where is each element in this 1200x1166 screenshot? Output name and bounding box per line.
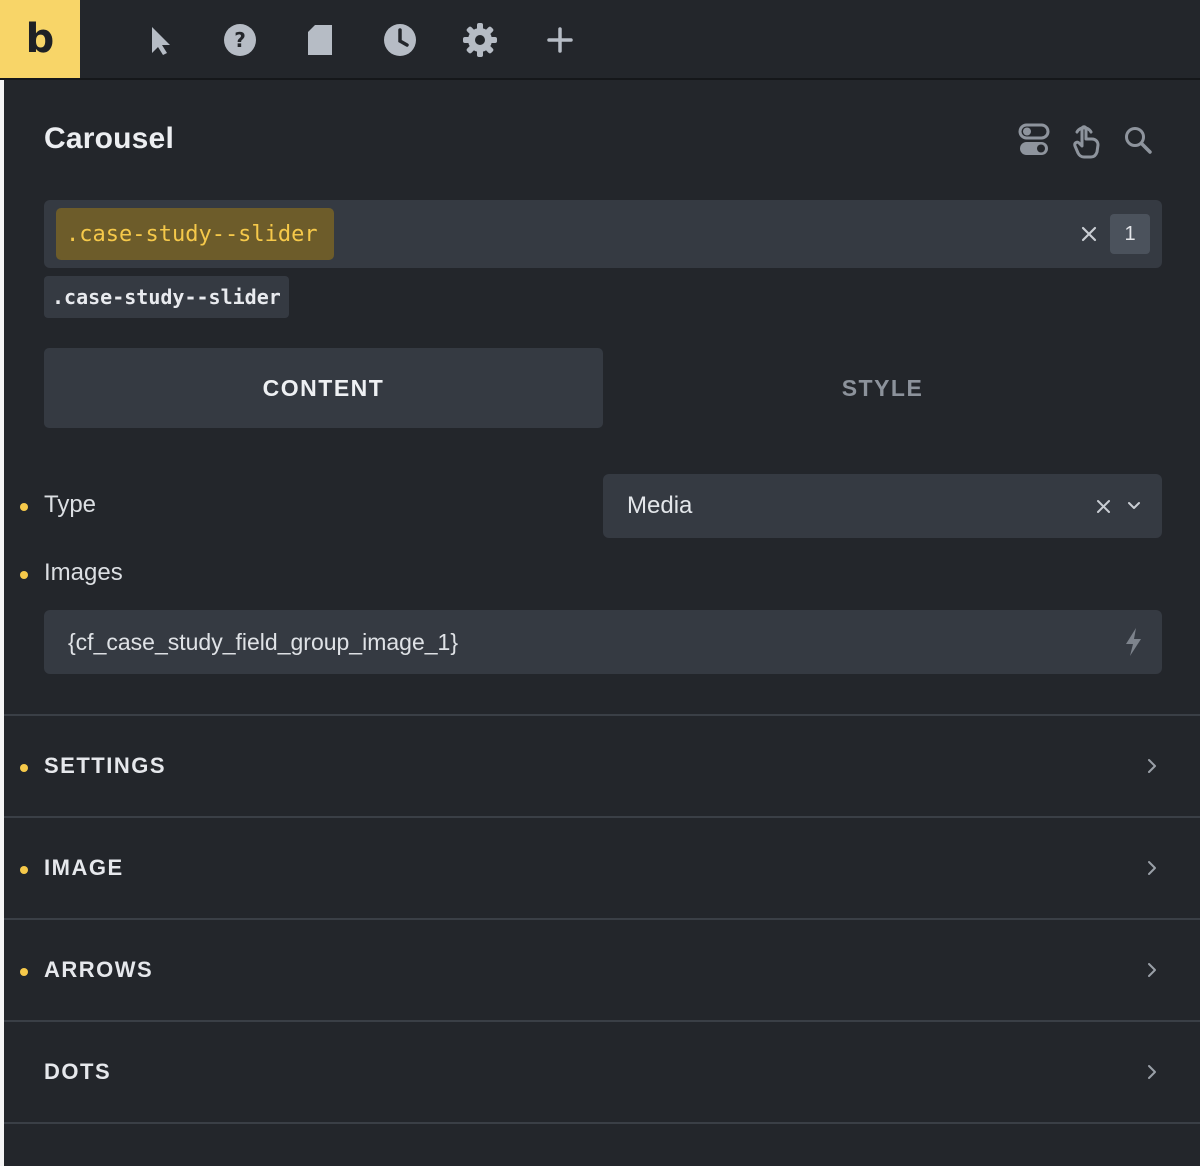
svg-text:?: ?: [234, 28, 246, 52]
chevron-right-icon: [1140, 1058, 1164, 1086]
builder-panel: b ? Carousel .case-study--slider 1 .case…: [0, 0, 1200, 1166]
panel-title: Carousel: [44, 122, 174, 155]
modified-indicator: [20, 503, 28, 511]
section-title: DOTS: [44, 1059, 112, 1084]
section-arrows[interactable]: ARROWS: [4, 918, 1200, 1020]
images-value: {cf_case_study_field_group_image_1}: [68, 628, 459, 655]
search-icon[interactable]: [1118, 118, 1158, 162]
page-icon[interactable]: [300, 20, 340, 60]
section-title: SETTINGS: [44, 753, 167, 778]
chevron-right-icon: [1140, 752, 1164, 780]
section-title: IMAGE: [44, 855, 124, 880]
chevron-right-icon: [1140, 956, 1164, 984]
modified-indicator: [20, 866, 28, 874]
history-icon[interactable]: [380, 20, 420, 60]
top-toolbar: b ?: [0, 0, 1200, 80]
tab-style[interactable]: STYLE: [603, 348, 1162, 428]
modified-indicator: [20, 571, 28, 579]
class-tag[interactable]: .case-study--slider: [44, 276, 289, 318]
help-icon[interactable]: ?: [220, 20, 260, 60]
type-select-value: Media: [627, 492, 693, 519]
active-class-chip[interactable]: .case-study--slider: [56, 208, 334, 260]
tab-content[interactable]: CONTENT: [44, 348, 603, 428]
type-label: Type: [44, 491, 97, 518]
logo-button[interactable]: b: [0, 0, 80, 78]
chevron-down-icon[interactable]: [1123, 494, 1145, 518]
hand-pointer-icon[interactable]: [1066, 118, 1106, 162]
modified-indicator: [20, 764, 28, 772]
section-image[interactable]: IMAGE: [4, 816, 1200, 918]
add-icon[interactable]: [540, 20, 580, 60]
chevron-right-icon: [1140, 854, 1164, 882]
toggle-icon[interactable]: [1014, 118, 1054, 162]
images-input[interactable]: {cf_case_study_field_group_image_1}: [44, 610, 1162, 674]
modified-indicator: [20, 968, 28, 976]
css-selector-input[interactable]: .case-study--slider 1: [44, 200, 1162, 268]
clear-selector-icon[interactable]: [1074, 214, 1104, 254]
section-dots[interactable]: DOTS: [4, 1020, 1200, 1124]
clear-type-icon[interactable]: [1091, 494, 1115, 518]
type-select[interactable]: Media: [603, 474, 1162, 538]
section-title: ARROWS: [44, 957, 154, 982]
class-count-badge[interactable]: 1: [1110, 214, 1150, 254]
cursor-icon[interactable]: [140, 20, 180, 60]
images-label: Images: [44, 559, 123, 586]
dynamic-data-icon[interactable]: [1118, 626, 1148, 658]
settings-icon[interactable]: [460, 20, 500, 60]
section-settings[interactable]: SETTINGS: [4, 714, 1200, 816]
